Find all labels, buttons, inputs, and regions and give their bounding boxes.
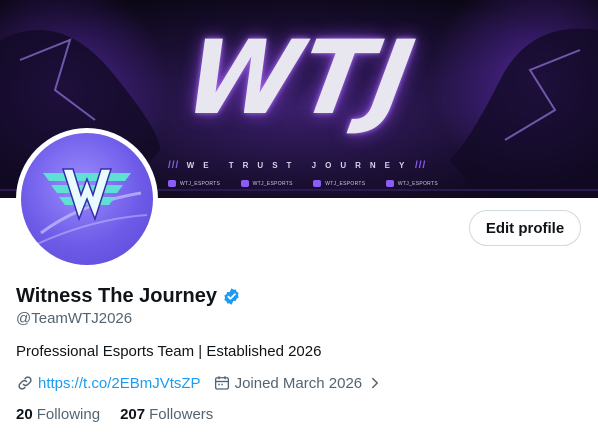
team-logo-icon <box>34 168 148 246</box>
banner-socials: WTJ_ESPORTS WTJ_ESPORTS WTJ_ESPORTS WTJ_… <box>168 180 438 187</box>
followers-count: 207 <box>120 406 146 423</box>
social-label: WTJ_ESPORTS <box>252 180 293 187</box>
social-label: WTJ_ESPORTS <box>180 180 221 187</box>
following-label: Following <box>36 406 101 423</box>
youtube-icon <box>313 180 322 187</box>
following-count: 20 <box>16 406 33 423</box>
banner-social-youtube: WTJ_ESPORTS <box>313 180 365 187</box>
banner-social-x: WTJ_ESPORTS <box>168 180 220 187</box>
joined-date: Joined March 2026 <box>234 374 363 392</box>
social-label: WTJ_ESPORTS <box>397 180 438 187</box>
avatar-image <box>21 133 153 265</box>
banner-social-discord: WTJ_ESPORTS <box>385 180 438 187</box>
instagram-icon <box>240 180 249 187</box>
verified-badge-icon[interactable] <box>222 287 241 306</box>
profile-link-item: https://t.co/2EBmJVtsZP <box>16 374 201 392</box>
handle: @TeamWTJ2026 <box>16 310 133 327</box>
social-label: WTJ_ESPORTS <box>325 180 366 187</box>
banner-tagline: WE TRUST JOURNEY <box>186 161 414 170</box>
profile-meta: https://t.co/2EBmJVtsZP Joined March 202… <box>16 374 396 392</box>
banner-social-instagram: WTJ_ESPORTS <box>240 180 293 187</box>
name-row: Witness The Journey <box>16 285 241 308</box>
joined-item[interactable]: Joined March 2026 <box>213 374 385 392</box>
calendar-icon <box>214 376 229 390</box>
discord-icon <box>385 180 394 187</box>
banner-logo: WTJ <box>176 19 424 138</box>
x-icon <box>168 180 176 187</box>
followers-link[interactable]: 207 Followers <box>120 406 213 423</box>
display-name: Witness The Journey <box>16 285 217 307</box>
edit-profile-button[interactable]: Edit profile <box>469 210 581 246</box>
followers-label: Followers <box>149 406 214 423</box>
profile-link[interactable]: https://t.co/2EBmJVtsZP <box>38 375 201 392</box>
banner-deco-right: /// <box>415 160 427 171</box>
chevron-right-icon <box>372 377 379 389</box>
follow-stats: 20 Following 207 Followers <box>16 406 233 423</box>
link-icon <box>18 376 32 390</box>
bio: Professional Esports Team | Established … <box>16 343 322 360</box>
following-link[interactable]: 20 Following <box>16 406 100 423</box>
avatar[interactable] <box>16 128 158 270</box>
